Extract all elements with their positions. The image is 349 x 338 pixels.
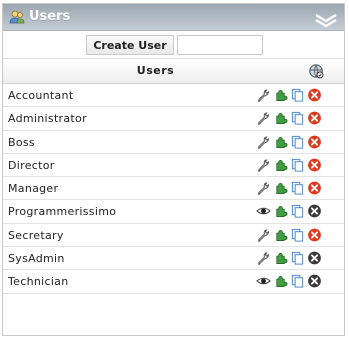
settings-globe-icon[interactable] (308, 63, 324, 79)
users-panel: Users Create User Users Accountant Admin… (2, 3, 345, 336)
user-name: Boss (8, 135, 35, 149)
puzzle-icon[interactable] (273, 227, 288, 243)
table-row: Accountant (3, 84, 344, 108)
new-user-name-input[interactable] (177, 35, 263, 55)
wrench-icon[interactable] (256, 87, 271, 103)
user-name: Programmerissimo (8, 205, 117, 219)
wrench-icon[interactable] (256, 227, 271, 243)
user-name: SysAdmin (8, 252, 65, 266)
users-column-header: Users (136, 64, 175, 77)
table-row: Manager (3, 177, 344, 201)
row-actions (256, 87, 322, 103)
puzzle-icon[interactable] (273, 110, 288, 126)
wrench-icon[interactable] (256, 157, 271, 173)
copy-icon[interactable] (290, 203, 305, 219)
row-actions (256, 203, 322, 219)
table-row: Director (3, 154, 344, 178)
users-icon (9, 10, 25, 24)
row-actions (256, 273, 322, 289)
row-actions (256, 250, 322, 266)
delete-icon[interactable] (307, 87, 322, 103)
copy-icon[interactable] (290, 180, 305, 196)
delete-icon[interactable] (307, 180, 322, 196)
copy-icon[interactable] (290, 250, 305, 266)
row-actions (256, 110, 322, 126)
copy-icon[interactable] (290, 227, 305, 243)
create-user-button[interactable]: Create User (86, 35, 174, 55)
row-actions (256, 134, 322, 150)
user-name: Accountant (8, 89, 74, 102)
double-chevron-up-icon[interactable] (314, 7, 338, 27)
table-row: Programmerissimo (3, 200, 344, 224)
wrench-icon[interactable] (256, 134, 271, 150)
delete-icon[interactable] (307, 110, 322, 126)
table-row: Administrator (3, 107, 344, 131)
panel-titlebar: Users (3, 4, 344, 31)
eye-icon[interactable] (256, 203, 271, 219)
wrench-icon[interactable] (256, 180, 271, 196)
delete-icon[interactable] (307, 273, 322, 289)
puzzle-icon[interactable] (273, 203, 288, 219)
puzzle-icon[interactable] (273, 157, 288, 173)
delete-icon[interactable] (307, 203, 322, 219)
row-actions (256, 157, 322, 173)
delete-icon[interactable] (307, 227, 322, 243)
eye-icon[interactable] (256, 273, 271, 289)
copy-icon[interactable] (290, 110, 305, 126)
delete-icon[interactable] (307, 250, 322, 266)
user-name: Director (8, 158, 55, 172)
copy-icon[interactable] (290, 87, 305, 103)
wrench-icon[interactable] (256, 110, 271, 126)
row-actions (256, 180, 322, 196)
user-name: Administrator (8, 112, 87, 126)
row-actions (256, 227, 322, 243)
copy-icon[interactable] (290, 273, 305, 289)
create-user-bar: Create User (3, 31, 344, 59)
user-name: Technician (8, 275, 69, 289)
copy-icon[interactable] (290, 157, 305, 173)
puzzle-icon[interactable] (273, 273, 288, 289)
puzzle-icon[interactable] (273, 134, 288, 150)
table-row: Technician (3, 270, 344, 294)
delete-icon[interactable] (307, 157, 322, 173)
table-row: Secretary (3, 224, 344, 248)
puzzle-icon[interactable] (273, 180, 288, 196)
delete-icon[interactable] (307, 134, 322, 150)
user-name: Manager (8, 182, 59, 196)
users-table-header: Users (3, 59, 344, 84)
puzzle-icon[interactable] (273, 250, 288, 266)
copy-icon[interactable] (290, 134, 305, 150)
wrench-icon[interactable] (256, 250, 271, 266)
user-name: Secretary (8, 228, 64, 242)
users-table-body: Accountant Administrator Boss Director M… (3, 84, 344, 294)
puzzle-icon[interactable] (273, 87, 288, 103)
table-row: SysAdmin (3, 247, 344, 271)
table-row: Boss (3, 131, 344, 154)
panel-title: Users (29, 9, 71, 24)
